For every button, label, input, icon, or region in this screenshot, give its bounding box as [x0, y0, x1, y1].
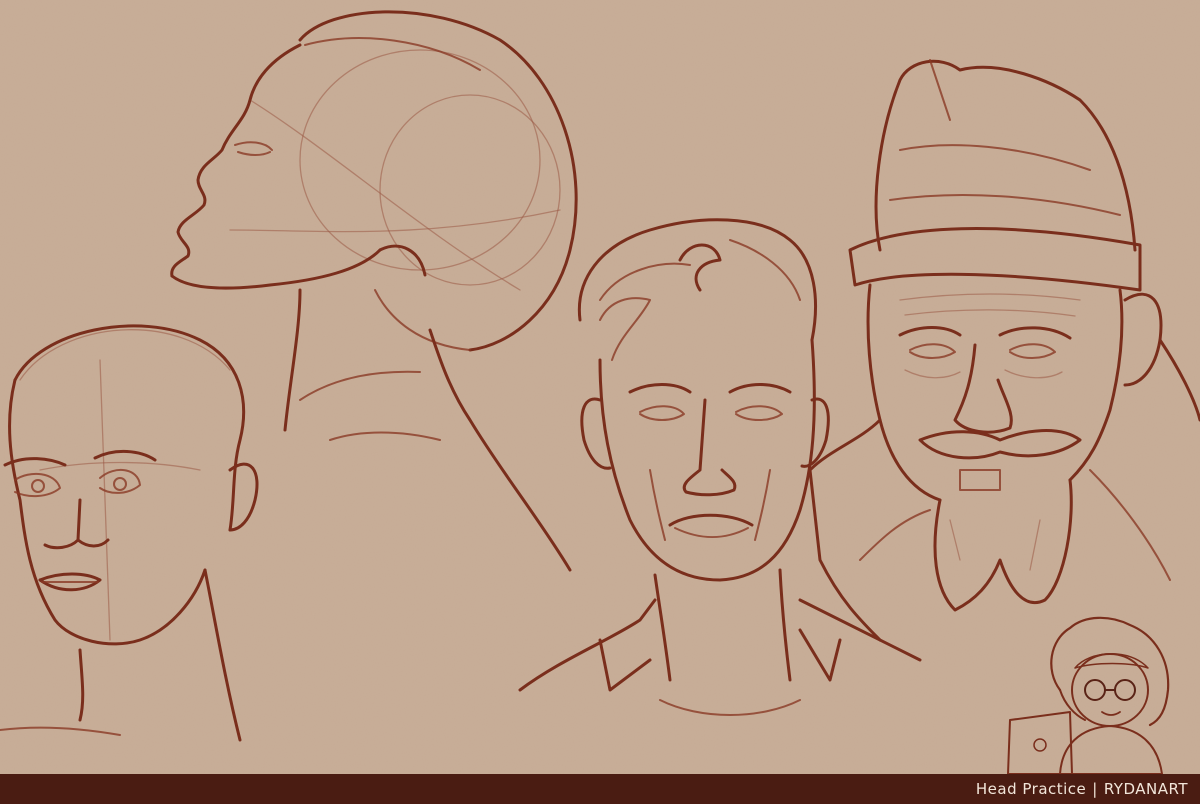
artwork-canvas: Head Practice | RYDANART — [0, 0, 1200, 804]
sketch-paper — [0, 10, 1200, 774]
caption-separator: | — [1092, 780, 1098, 798]
artist-avatar — [1007, 616, 1170, 774]
caption-bar: Head Practice | RYDANART — [0, 774, 1200, 804]
sketch-man-pompadour — [518, 218, 922, 716]
sketch-old-man-beanie — [808, 59, 1200, 642]
caption-artist: RYDANART — [1103, 780, 1188, 798]
sketch-woman-front — [0, 324, 259, 742]
caption-title: Head Practice — [975, 780, 1087, 798]
caption-text: Head Practice | RYDANART — [976, 780, 1188, 798]
